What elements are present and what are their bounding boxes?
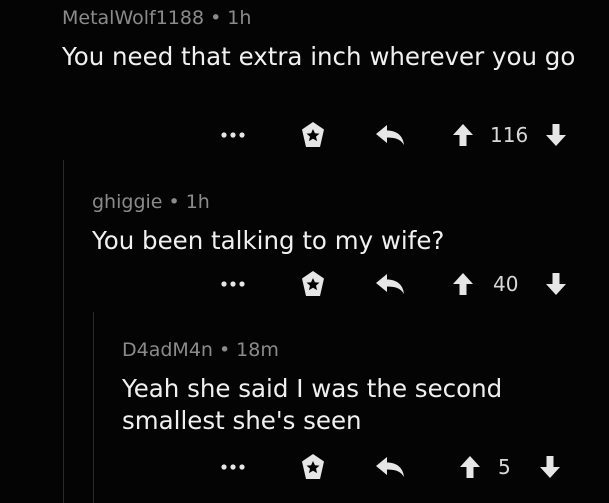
upvote-arrow-icon xyxy=(460,456,480,478)
vote-score: 116 xyxy=(490,123,529,147)
upvote-arrow-icon xyxy=(453,124,473,146)
downvote-arrow-icon xyxy=(540,456,560,478)
award-button[interactable] xyxy=(297,269,329,299)
comment-time: 18m xyxy=(236,339,279,361)
meta-separator: • xyxy=(168,191,180,213)
upvote-button[interactable] xyxy=(450,269,476,299)
more-options-icon xyxy=(221,464,245,470)
downvote-button[interactable] xyxy=(537,452,563,482)
comment-time: 1h xyxy=(185,191,210,213)
vote-score: 40 xyxy=(493,272,519,296)
more-options-icon xyxy=(221,132,245,138)
comment-actions: 40 xyxy=(0,269,609,299)
more-options-button[interactable] xyxy=(218,120,250,150)
reply-button[interactable] xyxy=(373,269,407,299)
reply-icon xyxy=(376,274,404,294)
more-options-button[interactable] xyxy=(218,452,250,482)
downvote-arrow-icon xyxy=(546,273,566,295)
award-icon xyxy=(302,454,324,479)
award-icon xyxy=(302,271,324,296)
meta-separator: • xyxy=(210,7,222,29)
comment: MetalWolf1188 • 1h You need that extra inc… xyxy=(62,5,602,73)
reply-icon xyxy=(376,125,404,145)
downvote-button[interactable] xyxy=(543,120,569,150)
comment-author[interactable]: D4adM4n xyxy=(122,339,213,361)
reply-icon xyxy=(376,457,404,477)
comment-time: 1h xyxy=(227,7,252,29)
comment-author[interactable]: ghiggie xyxy=(92,191,162,213)
award-button[interactable] xyxy=(297,120,329,150)
award-button[interactable] xyxy=(297,452,329,482)
vote-score: 5 xyxy=(498,455,511,479)
reply-button[interactable] xyxy=(373,452,407,482)
more-options-button[interactable] xyxy=(218,269,250,299)
comment-reply: ghiggie • 1h You been talking to my wife? xyxy=(92,189,592,257)
comment-actions: 5 xyxy=(0,452,609,482)
meta-separator: • xyxy=(218,339,231,361)
comment-actions: 116 xyxy=(0,120,609,150)
comment-reply: D4adM4n • 18m Yeah she said I was the seco… xyxy=(122,337,592,437)
comment-body: Yeah she said I was the second smallest … xyxy=(122,374,503,435)
upvote-button[interactable] xyxy=(450,120,476,150)
downvote-arrow-icon xyxy=(546,124,566,146)
upvote-arrow-icon xyxy=(453,273,473,295)
upvote-button[interactable] xyxy=(457,452,483,482)
award-icon xyxy=(302,122,324,147)
more-options-icon xyxy=(221,281,245,287)
downvote-button[interactable] xyxy=(543,269,569,299)
comment-metadata: D4adM4n • 18m xyxy=(122,337,592,363)
comment-body: You need that extra inch wherever you go xyxy=(62,42,576,71)
comment-metadata: ghiggie • 1h xyxy=(92,189,592,215)
comment-metadata: MetalWolf1188 • 1h xyxy=(62,5,602,31)
comment-body: You been talking to my wife? xyxy=(92,226,445,255)
reply-button[interactable] xyxy=(373,120,407,150)
comment-author[interactable]: MetalWolf1188 xyxy=(62,7,204,29)
